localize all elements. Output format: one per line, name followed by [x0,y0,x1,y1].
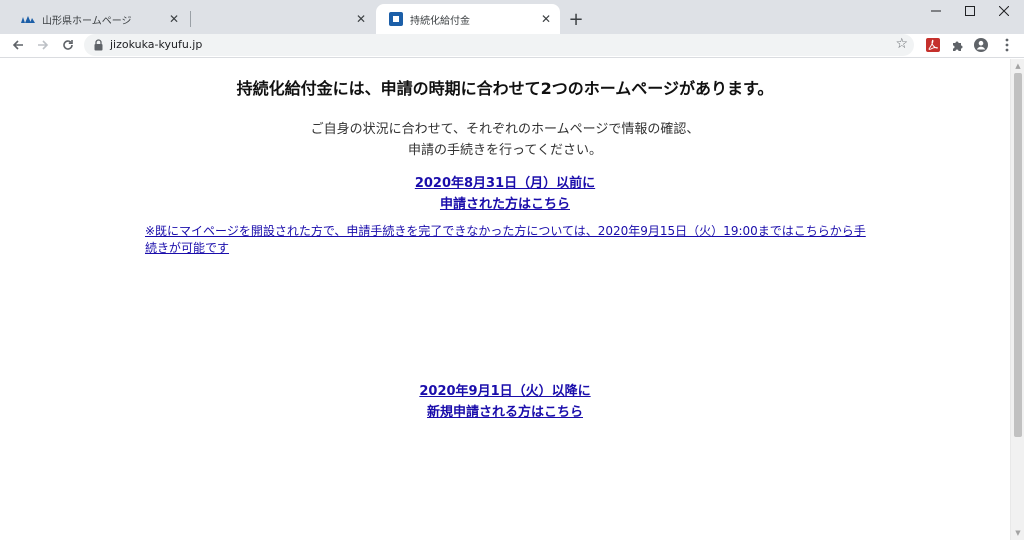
blue-square-icon [388,11,404,27]
tab-divider [190,11,191,27]
browser-toolbar: jizokuka-kyufu.jp ☆ [0,34,1024,58]
close-icon[interactable]: ✕ [353,11,369,27]
scroll-up-arrow-icon[interactable]: ▲ [1011,59,1024,73]
address-bar[interactable]: jizokuka-kyufu.jp ☆ [84,34,914,56]
pdf-extension-icon[interactable] [922,34,944,56]
tab-title: 持続化給付金 [410,15,470,27]
menu-kebab-icon[interactable] [996,34,1018,56]
extensions-puzzle-icon[interactable] [946,34,968,56]
close-icon[interactable]: ✕ [538,11,554,27]
after-sep1-link-block: 2020年9月1日（火）以降に 新規申請される方はこちら [0,381,1010,423]
maximize-icon[interactable] [953,0,987,22]
reload-icon[interactable] [57,34,79,56]
page-heading: 持続化給付金には、申請の時期に合わせて2つのホームページがあります。 [236,79,774,98]
bookmark-star-icon[interactable]: ☆ [895,36,908,52]
close-icon[interactable]: ✕ [166,11,182,27]
prefecture-logo-icon [20,11,36,27]
page-viewport: 持続化給付金には、申請の時期に合わせて2つのホームページがあります。 ご自身の状… [0,59,1024,540]
forward-arrow-icon[interactable] [32,34,54,56]
profile-avatar-icon[interactable] [970,34,992,56]
intro-line: ご自身の状況に合わせて、それぞれのホームページで情報の確認、 [310,122,700,137]
scrollbar-thumb[interactable] [1014,73,1022,437]
intro-text: ご自身の状況に合わせて、それぞれのホームページで情報の確認、 申請の手続きを行っ… [0,119,1010,161]
intro-line: 申請の手続きを行ってください。 [408,143,602,158]
after-sep1-link-line1[interactable]: 2020年9月1日（火）以降に [0,381,1010,402]
tab-jizokuka[interactable]: 持続化給付金 ✕ [376,4,560,34]
back-arrow-icon[interactable] [7,34,29,56]
before-aug31-link-line2[interactable]: 申請された方はこちら [0,194,1010,215]
vertical-scrollbar[interactable]: ▲ ▼ [1010,59,1024,540]
mypage-note-link[interactable]: ※既にマイページを開設された方で、申請手続きを完了できなかった方については、20… [145,223,870,257]
url-text: jizokuka-kyufu.jp [110,38,203,51]
before-aug31-link-line1[interactable]: 2020年8月31日（月）以前に [0,173,1010,194]
before-aug31-link-block: 2020年8月31日（月）以前に 申請された方はこちら [0,173,1010,215]
tab-title: 山形県ホームページ [42,15,132,27]
lock-icon[interactable] [94,39,103,51]
window-close-icon[interactable] [987,0,1021,22]
scroll-down-arrow-icon[interactable]: ▼ [1011,526,1024,540]
new-tab-icon[interactable]: + [565,8,587,30]
tab-blank[interactable]: ✕ [192,4,375,34]
tab-yamagata[interactable]: 山形県ホームページ ✕ [8,4,188,34]
minimize-icon[interactable] [919,0,953,22]
tab-strip: 山形県ホームページ ✕ ✕ 持続化給付金 ✕ + [0,0,1024,34]
after-sep1-link-line2[interactable]: 新規申請される方はこちら [0,402,1010,423]
